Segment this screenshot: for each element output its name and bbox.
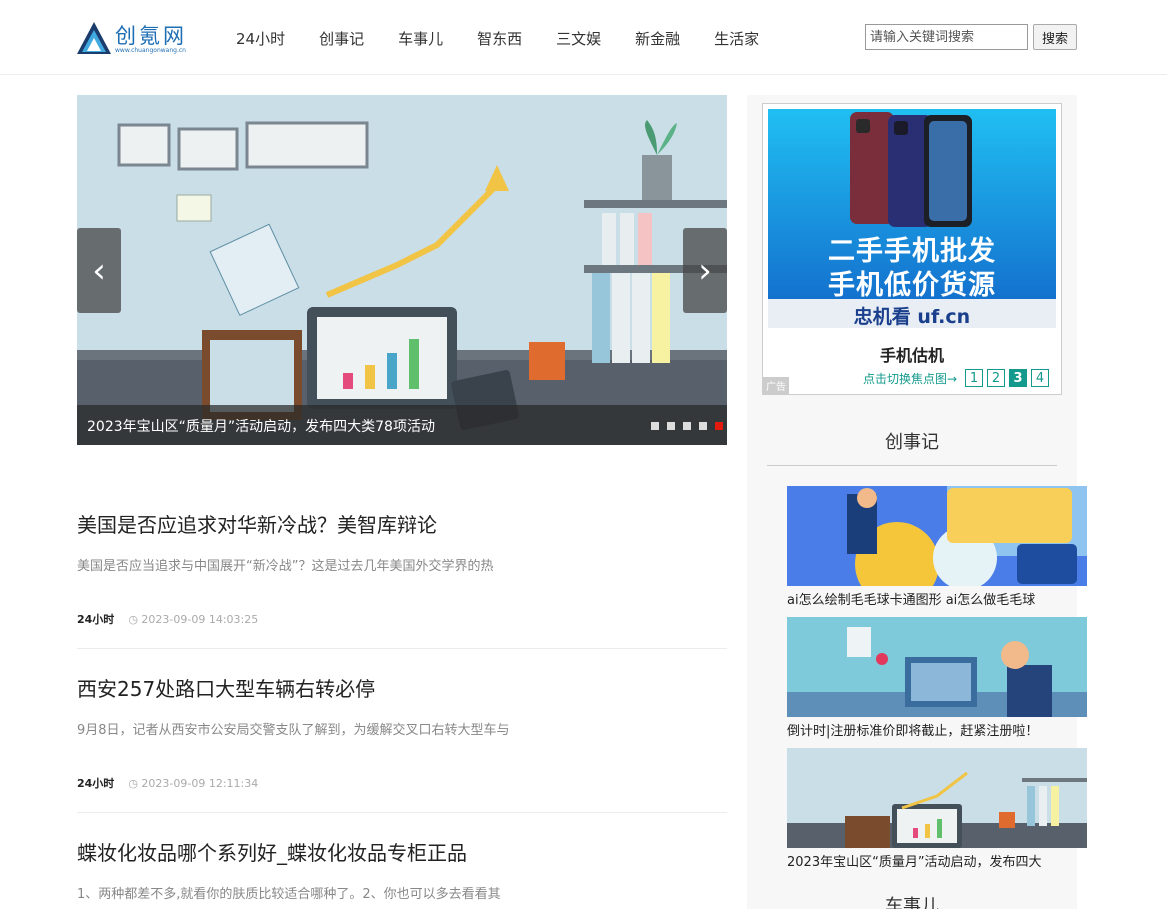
nav-item-shenghuojia[interactable]: 生活家 (714, 28, 759, 49)
ad-banner-brand: 忠机看 uf.cn (853, 306, 971, 328)
nav-item-zhidongxi[interactable]: 智东西 (477, 28, 522, 49)
slider-dot[interactable] (683, 422, 691, 430)
search-button[interactable]: 搜索 (1033, 24, 1077, 50)
site-logo[interactable]: 创氪网 www.chuangonwang.cn (77, 20, 202, 58)
sidebar-section-divider (767, 465, 1057, 466)
nav-item-chuangshiji[interactable]: 创事记 (319, 28, 364, 49)
article-item: 蝶妆化妆品哪个系列好_蝶妆化妆品专柜正品 1、两种都差不多,就看你的肤质比较适合… (77, 837, 727, 908)
article-summary: 9月8日，记者从西安市公安局交警支队了解到，为缓解交叉口右转大型车与 (77, 723, 510, 738)
nav-item-24h[interactable]: 24小时 (236, 28, 285, 49)
article-divider (77, 812, 727, 813)
article-item: 西安257处路口大型车辆右转必停 9月8日，记者从西安市公安局交警支队了解到，为… (77, 673, 727, 813)
chevron-left-icon: ‹ (92, 250, 106, 291)
ad-page-button[interactable]: 1 (965, 369, 984, 387)
slider-dot[interactable] (699, 422, 707, 430)
sidebar-item-thumbnail[interactable] (787, 486, 1087, 586)
article-time: ◷ 2023-09-09 14:03:25 (128, 613, 259, 626)
sidebar-item-thumbnail[interactable] (787, 748, 1087, 848)
ad-title[interactable]: 手机估机 (763, 342, 1061, 366)
logo-text: 创氪网 (115, 24, 187, 48)
slider-dot[interactable] (651, 422, 659, 430)
sidebar-list-item[interactable]: ai怎么绘制毛毛球卡通图形 ai怎么做毛毛球 (787, 486, 1087, 608)
sidebar-item-caption[interactable]: ai怎么绘制毛毛球卡通图形 ai怎么做毛毛球 (787, 589, 1087, 608)
article-summary: 1、两种都差不多,就看你的肤质比较适合哪种了。2、你也可以多去看看其 (77, 887, 501, 902)
article-title[interactable]: 蝶妆化妆品哪个系列好_蝶妆化妆品专柜正品 (77, 837, 727, 866)
article-time-text: 2023-09-09 14:03:25 (141, 613, 259, 626)
article-meta: 24小时 ◷ 2023-09-09 12:11:34 (77, 775, 258, 791)
sidebar-item-caption[interactable]: 倒计时|注册标准价即将截止，赶紧注册啦！ (787, 720, 1087, 739)
ad-page-button[interactable]: 2 (987, 369, 1006, 387)
logo-domain: www.chuangonwang.cn (115, 47, 186, 54)
slider-caption[interactable]: 2023年宝山区“质量月”活动启动，发布四大类78项活动 (87, 416, 435, 436)
slider-caption-bar: 2023年宝山区“质量月”活动启动，发布四大类78项活动 (77, 405, 727, 445)
ad-image[interactable]: 二手手机批发 手机低价货源 忠机看 uf.cn (768, 109, 1056, 328)
ad-tag: 广告 (763, 377, 789, 394)
article-divider (77, 648, 727, 649)
sidebar-section-title[interactable]: 创事记 (767, 428, 1057, 454)
main-nav: 24小时 创事记 车事儿 智东西 三文娱 新金融 生活家 (219, 28, 776, 49)
site-header: 创氪网 www.chuangonwang.cn 24小时 创事记 车事儿 智东西… (0, 0, 1167, 75)
slider-prev-button[interactable]: ‹ (77, 228, 121, 313)
article-item: 美国是否应追求对华新冷战？美智库辩论 美国是否应当追求与中国展开“新冷战”？这是… (77, 509, 727, 649)
article-time-text: 2023-09-09 12:11:34 (141, 777, 259, 790)
slider-dot[interactable] (667, 422, 675, 430)
sidebar-item-caption[interactable]: 2023年宝山区“质量月”活动启动，发布四大 (787, 851, 1087, 870)
sidebar-list-item[interactable]: 倒计时|注册标准价即将截止，赶紧注册啦！ (787, 617, 1087, 739)
article-meta: 24小时 ◷ 2023-09-09 14:03:25 (77, 611, 258, 627)
article-category[interactable]: 24小时 (77, 613, 114, 626)
slider-next-button[interactable]: › (683, 228, 727, 313)
ad-pager: 点击切换焦点图→ 1 2 3 4 (863, 369, 1050, 387)
slider-dot-active[interactable] (715, 422, 723, 430)
nav-item-sanwenyu[interactable]: 三文娱 (556, 28, 601, 49)
logo-mark-icon (77, 22, 111, 54)
sidebar: 二手手机批发 手机低价货源 忠机看 uf.cn 手机估机 点击切换焦点图→ 1 … (747, 95, 1087, 909)
ad-block[interactable]: 二手手机批发 手机低价货源 忠机看 uf.cn 手机估机 点击切换焦点图→ 1 … (762, 103, 1062, 395)
sidebar-item-thumbnail[interactable] (787, 617, 1087, 717)
sidebar-section-title[interactable]: 车事儿 (767, 892, 1057, 909)
article-title[interactable]: 美国是否应追求对华新冷战？美智库辩论 (77, 509, 727, 538)
nav-item-cheshier[interactable]: 车事儿 (398, 28, 443, 49)
slider-dots (651, 422, 723, 430)
ad-banner-line2: 手机低价货源 (828, 270, 996, 301)
slider-image (77, 95, 727, 445)
article-title[interactable]: 西安257处路口大型车辆右转必停 (77, 673, 727, 702)
ad-page-button-active[interactable]: 3 (1009, 369, 1028, 387)
sidebar-list-item[interactable]: 2023年宝山区“质量月”活动启动，发布四大 (787, 748, 1087, 870)
article-summary: 美国是否应当追求与中国展开“新冷战”？这是过去几年美国外交学界的热 (77, 559, 494, 574)
article-time: ◷ 2023-09-09 12:11:34 (128, 777, 259, 790)
chevron-right-icon: › (698, 250, 712, 291)
article-category[interactable]: 24小时 (77, 777, 114, 790)
ad-page-button[interactable]: 4 (1031, 369, 1050, 387)
focus-slider[interactable]: ‹ › 2023年宝山区“质量月”活动启动，发布四大类78项活动 (77, 95, 727, 445)
ad-pager-hint: 点击切换焦点图→ (863, 371, 958, 386)
search-bar: 搜索 (865, 24, 1077, 50)
search-input[interactable] (865, 24, 1028, 50)
nav-item-xinjinrong[interactable]: 新金融 (635, 28, 680, 49)
